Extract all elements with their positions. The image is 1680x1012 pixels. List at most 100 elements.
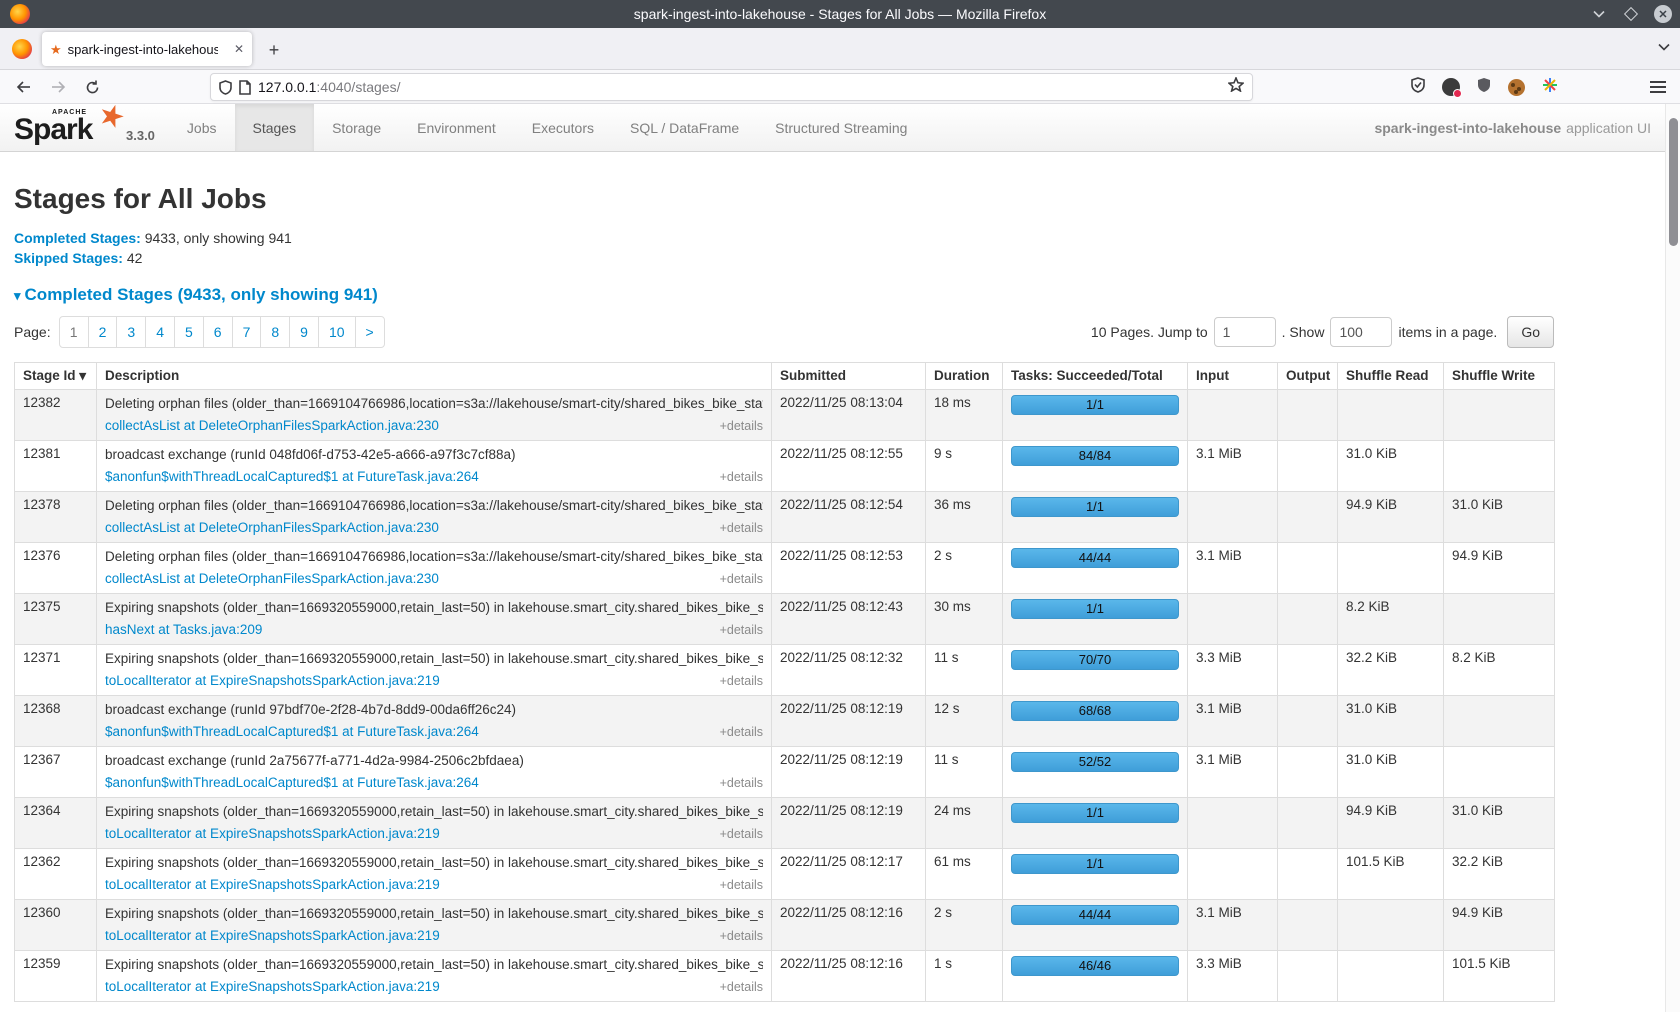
page-button-1[interactable]: 1 bbox=[60, 317, 88, 347]
next-page-button[interactable]: > bbox=[355, 317, 384, 347]
tab-close-icon[interactable]: ✕ bbox=[234, 42, 244, 56]
completed-stages-link[interactable]: Completed Stages: bbox=[14, 230, 141, 246]
stage-detail-link[interactable]: $anonfun$withThreadLocalCaptured$1 at Fu… bbox=[105, 774, 479, 791]
browser-toolbar: 127.0.0.1:4040/stages/ bbox=[0, 70, 1680, 104]
column-header[interactable]: Output bbox=[1278, 363, 1338, 390]
firefox-view-icon[interactable] bbox=[12, 39, 32, 59]
column-header[interactable]: Description bbox=[97, 363, 772, 390]
column-header[interactable]: Submitted bbox=[772, 363, 926, 390]
reload-button[interactable] bbox=[78, 73, 106, 101]
details-toggle[interactable]: +details bbox=[720, 520, 763, 537]
shuffle-read-cell bbox=[1338, 543, 1444, 594]
nav-item-environment[interactable]: Environment bbox=[399, 104, 514, 151]
page-button-7[interactable]: 7 bbox=[232, 317, 261, 347]
details-toggle[interactable]: +details bbox=[720, 571, 763, 588]
stage-description: Expiring snapshots (older_than=166932055… bbox=[105, 905, 763, 922]
shuffle-read-cell: 32.2 KiB bbox=[1338, 645, 1444, 696]
details-toggle[interactable]: +details bbox=[720, 418, 763, 435]
vertical-scrollbar[interactable] bbox=[1665, 104, 1680, 1012]
details-toggle[interactable]: +details bbox=[720, 622, 763, 639]
stage-detail-link[interactable]: toLocalIterator at ExpireSnapshotsSparkA… bbox=[105, 927, 440, 944]
page-button-4[interactable]: 4 bbox=[145, 317, 174, 347]
jump-to-page-input[interactable] bbox=[1214, 317, 1276, 347]
scrollbar-thumb[interactable] bbox=[1669, 118, 1678, 246]
items-per-page-input[interactable] bbox=[1330, 317, 1392, 347]
details-toggle[interactable]: +details bbox=[720, 724, 763, 741]
details-toggle[interactable]: +details bbox=[720, 775, 763, 792]
multicolor-extension-icon[interactable] bbox=[1542, 77, 1558, 98]
bookmark-star-icon[interactable] bbox=[1228, 77, 1244, 97]
page-button-2[interactable]: 2 bbox=[88, 317, 117, 347]
page-button-8[interactable]: 8 bbox=[260, 317, 289, 347]
stage-detail-link[interactable]: hasNext at Tasks.java:209 bbox=[105, 621, 262, 638]
table-row: 12364Expiring snapshots (older_than=1669… bbox=[15, 798, 1555, 849]
column-header[interactable]: Shuffle Write bbox=[1444, 363, 1555, 390]
completed-stages-section-toggle[interactable]: ▾Completed Stages (9433, only showing 94… bbox=[14, 285, 1665, 305]
menu-hamburger-icon[interactable] bbox=[1650, 81, 1666, 93]
details-toggle[interactable]: +details bbox=[720, 877, 763, 894]
details-toggle[interactable]: +details bbox=[720, 928, 763, 945]
page-button-3[interactable]: 3 bbox=[116, 317, 145, 347]
page-button-6[interactable]: 6 bbox=[203, 317, 232, 347]
stage-detail-link[interactable]: collectAsList at DeleteOrphanFilesSparkA… bbox=[105, 519, 439, 536]
skipped-stages-link[interactable]: Skipped Stages: bbox=[14, 250, 123, 266]
site-info-icon[interactable] bbox=[239, 80, 251, 95]
window-close-button[interactable]: ✕ bbox=[1654, 5, 1672, 23]
window-minimize-button[interactable] bbox=[1590, 5, 1608, 23]
show-label: . Show bbox=[1282, 324, 1325, 340]
stage-detail-link[interactable]: collectAsList at DeleteOrphanFilesSparkA… bbox=[105, 417, 439, 434]
new-tab-button[interactable]: + bbox=[262, 38, 286, 62]
stage-detail-link[interactable]: toLocalIterator at ExpireSnapshotsSparkA… bbox=[105, 876, 440, 893]
description-cell: Expiring snapshots (older_than=166932055… bbox=[97, 645, 772, 696]
details-toggle[interactable]: +details bbox=[720, 469, 763, 486]
column-header[interactable]: Tasks: Succeeded/Total bbox=[1003, 363, 1188, 390]
details-toggle[interactable]: +details bbox=[720, 826, 763, 843]
spark-logo[interactable]: APACHE Spark ★ bbox=[0, 104, 116, 151]
column-header[interactable]: Input bbox=[1188, 363, 1278, 390]
nav-item-storage[interactable]: Storage bbox=[314, 104, 399, 151]
table-row: 12367broadcast exchange (runId 2a75677f-… bbox=[15, 747, 1555, 798]
page-button-9[interactable]: 9 bbox=[289, 317, 318, 347]
tab-title: spark-ingest-into-lakehous bbox=[68, 42, 218, 57]
input-cell bbox=[1188, 798, 1278, 849]
pocket-shield-icon[interactable] bbox=[1411, 77, 1425, 98]
nav-item-sql-dataframe[interactable]: SQL / DataFrame bbox=[612, 104, 757, 151]
output-cell bbox=[1278, 645, 1338, 696]
stage-detail-link[interactable]: toLocalIterator at ExpireSnapshotsSparkA… bbox=[105, 672, 440, 689]
column-header[interactable]: Duration bbox=[926, 363, 1003, 390]
page-button-5[interactable]: 5 bbox=[174, 317, 203, 347]
submitted-cell: 2022/11/25 08:12:32 bbox=[772, 645, 926, 696]
stage-detail-link[interactable]: collectAsList at DeleteOrphanFilesSparkA… bbox=[105, 570, 439, 587]
window-maximize-button[interactable] bbox=[1622, 5, 1640, 23]
privacy-extension-icon[interactable] bbox=[1442, 78, 1460, 96]
forward-button[interactable] bbox=[44, 73, 72, 101]
output-cell bbox=[1278, 543, 1338, 594]
table-row: 12382Deleting orphan files (older_than=1… bbox=[15, 390, 1555, 441]
stage-detail-link[interactable]: $anonfun$withThreadLocalCaptured$1 at Fu… bbox=[105, 468, 479, 485]
back-button[interactable] bbox=[10, 73, 38, 101]
nav-item-executors[interactable]: Executors bbox=[514, 104, 612, 151]
cookie-icon[interactable] bbox=[1508, 79, 1525, 96]
column-header[interactable]: Stage Id ▾ bbox=[15, 363, 97, 390]
tab-bar: ★ spark-ingest-into-lakehous ✕ + bbox=[0, 28, 1680, 70]
nav-item-jobs[interactable]: Jobs bbox=[169, 104, 235, 151]
window-titlebar: spark-ingest-into-lakehouse - Stages for… bbox=[0, 0, 1680, 28]
browser-tab[interactable]: ★ spark-ingest-into-lakehous ✕ bbox=[42, 32, 252, 66]
url-bar[interactable]: 127.0.0.1:4040/stages/ bbox=[210, 73, 1253, 101]
details-toggle[interactable]: +details bbox=[720, 979, 763, 996]
stage-id-cell: 12375 bbox=[15, 594, 97, 645]
tracking-shield-icon[interactable] bbox=[219, 80, 232, 95]
stage-detail-link[interactable]: $anonfun$withThreadLocalCaptured$1 at Fu… bbox=[105, 723, 479, 740]
ublock-shield-icon[interactable] bbox=[1477, 77, 1491, 98]
tasks-cell: 1/1 bbox=[1003, 390, 1188, 441]
duration-cell: 2 s bbox=[926, 543, 1003, 594]
page-button-10[interactable]: 10 bbox=[318, 317, 355, 347]
column-header[interactable]: Shuffle Read bbox=[1338, 363, 1444, 390]
nav-item-stages[interactable]: Stages bbox=[235, 104, 315, 151]
nav-item-structured-streaming[interactable]: Structured Streaming bbox=[757, 104, 925, 151]
details-toggle[interactable]: +details bbox=[720, 673, 763, 690]
stage-detail-link[interactable]: toLocalIterator at ExpireSnapshotsSparkA… bbox=[105, 978, 440, 995]
list-all-tabs-button[interactable] bbox=[1658, 38, 1670, 56]
go-button[interactable]: Go bbox=[1507, 316, 1554, 348]
stage-detail-link[interactable]: toLocalIterator at ExpireSnapshotsSparkA… bbox=[105, 825, 440, 842]
